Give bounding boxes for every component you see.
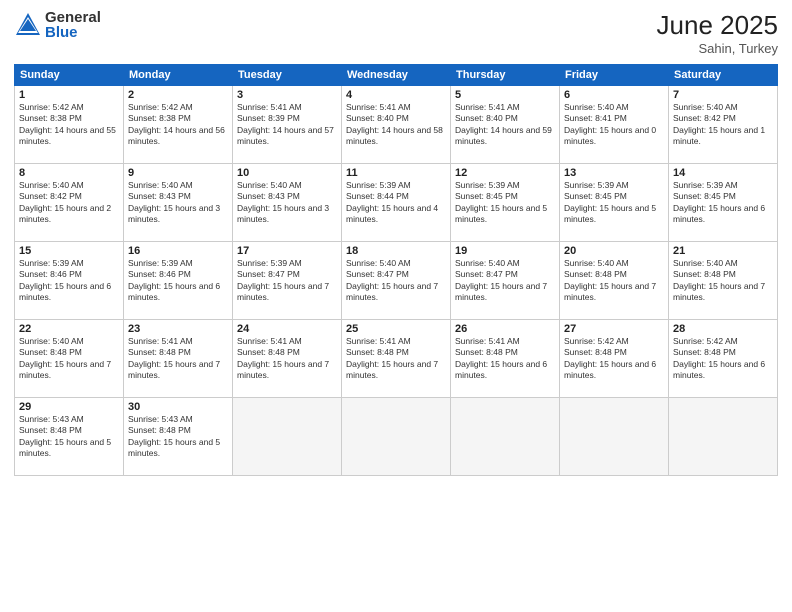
day-12: 12 Sunrise: 5:39 AMSunset: 8:45 PMDaylig… (451, 164, 560, 242)
day-14: 14 Sunrise: 5:39 AMSunset: 8:45 PMDaylig… (669, 164, 778, 242)
calendar-row-2: 8 Sunrise: 5:40 AMSunset: 8:42 PMDayligh… (15, 164, 778, 242)
day-27: 27 Sunrise: 5:42 AMSunset: 8:48 PMDaylig… (560, 320, 669, 398)
day-5: 5 Sunrise: 5:41 AMSunset: 8:40 PMDayligh… (451, 86, 560, 164)
day-24: 24 Sunrise: 5:41 AMSunset: 8:48 PMDaylig… (233, 320, 342, 398)
empty-cell-2 (342, 398, 451, 476)
col-saturday: Saturday (669, 65, 778, 86)
col-tuesday: Tuesday (233, 65, 342, 86)
empty-cell-5 (669, 398, 778, 476)
day-2: 2 Sunrise: 5:42 AMSunset: 8:38 PMDayligh… (124, 86, 233, 164)
calendar-row-5: 29 Sunrise: 5:43 AMSunset: 8:48 PMDaylig… (15, 398, 778, 476)
day-26: 26 Sunrise: 5:41 AMSunset: 8:48 PMDaylig… (451, 320, 560, 398)
location: Sahin, Turkey (657, 41, 778, 56)
col-monday: Monday (124, 65, 233, 86)
day-11: 11 Sunrise: 5:39 AMSunset: 8:44 PMDaylig… (342, 164, 451, 242)
day-16: 16 Sunrise: 5:39 AMSunset: 8:46 PMDaylig… (124, 242, 233, 320)
logo-text: General Blue (45, 10, 101, 40)
calendar: Sunday Monday Tuesday Wednesday Thursday… (14, 64, 778, 476)
title-block: June 2025 Sahin, Turkey (657, 10, 778, 56)
day-15: 15 Sunrise: 5:39 AMSunset: 8:46 PMDaylig… (15, 242, 124, 320)
day-3: 3 Sunrise: 5:41 AMSunset: 8:39 PMDayligh… (233, 86, 342, 164)
calendar-header-row: Sunday Monday Tuesday Wednesday Thursday… (15, 65, 778, 86)
logo-blue: Blue (45, 25, 101, 40)
header: General Blue June 2025 Sahin, Turkey (14, 10, 778, 56)
col-sunday: Sunday (15, 65, 124, 86)
page: General Blue June 2025 Sahin, Turkey Sun… (0, 0, 792, 612)
day-28: 28 Sunrise: 5:42 AMSunset: 8:48 PMDaylig… (669, 320, 778, 398)
day-1: 1 Sunrise: 5:42 AMSunset: 8:38 PMDayligh… (15, 86, 124, 164)
calendar-row-1: 1 Sunrise: 5:42 AMSunset: 8:38 PMDayligh… (15, 86, 778, 164)
col-thursday: Thursday (451, 65, 560, 86)
empty-cell-4 (560, 398, 669, 476)
col-wednesday: Wednesday (342, 65, 451, 86)
day-6: 6 Sunrise: 5:40 AMSunset: 8:41 PMDayligh… (560, 86, 669, 164)
day-20: 20 Sunrise: 5:40 AMSunset: 8:48 PMDaylig… (560, 242, 669, 320)
logo-general: General (45, 10, 101, 25)
col-friday: Friday (560, 65, 669, 86)
day-17: 17 Sunrise: 5:39 AMSunset: 8:47 PMDaylig… (233, 242, 342, 320)
day-29: 29 Sunrise: 5:43 AMSunset: 8:48 PMDaylig… (15, 398, 124, 476)
day-4: 4 Sunrise: 5:41 AMSunset: 8:40 PMDayligh… (342, 86, 451, 164)
day-9: 9 Sunrise: 5:40 AMSunset: 8:43 PMDayligh… (124, 164, 233, 242)
day-7: 7 Sunrise: 5:40 AMSunset: 8:42 PMDayligh… (669, 86, 778, 164)
day-21: 21 Sunrise: 5:40 AMSunset: 8:48 PMDaylig… (669, 242, 778, 320)
logo-icon (14, 11, 42, 39)
day-13: 13 Sunrise: 5:39 AMSunset: 8:45 PMDaylig… (560, 164, 669, 242)
logo: General Blue (14, 10, 101, 40)
day-22: 22 Sunrise: 5:40 AMSunset: 8:48 PMDaylig… (15, 320, 124, 398)
day-30: 30 Sunrise: 5:43 AMSunset: 8:48 PMDaylig… (124, 398, 233, 476)
day-8: 8 Sunrise: 5:40 AMSunset: 8:42 PMDayligh… (15, 164, 124, 242)
day-23: 23 Sunrise: 5:41 AMSunset: 8:48 PMDaylig… (124, 320, 233, 398)
day-19: 19 Sunrise: 5:40 AMSunset: 8:47 PMDaylig… (451, 242, 560, 320)
day-18: 18 Sunrise: 5:40 AMSunset: 8:47 PMDaylig… (342, 242, 451, 320)
empty-cell-1 (233, 398, 342, 476)
calendar-row-4: 22 Sunrise: 5:40 AMSunset: 8:48 PMDaylig… (15, 320, 778, 398)
month-year: June 2025 (657, 10, 778, 41)
empty-cell-3 (451, 398, 560, 476)
day-10: 10 Sunrise: 5:40 AMSunset: 8:43 PMDaylig… (233, 164, 342, 242)
day-25: 25 Sunrise: 5:41 AMSunset: 8:48 PMDaylig… (342, 320, 451, 398)
calendar-row-3: 15 Sunrise: 5:39 AMSunset: 8:46 PMDaylig… (15, 242, 778, 320)
